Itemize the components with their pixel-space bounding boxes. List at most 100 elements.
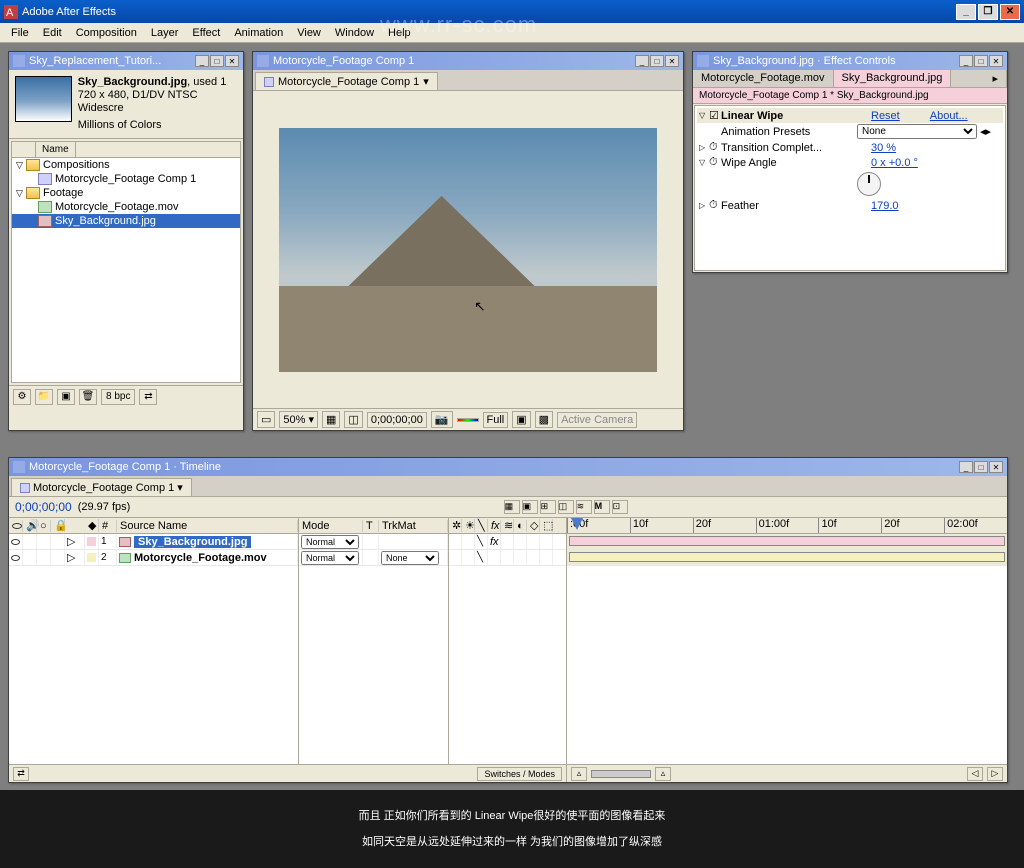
col-lock-icon[interactable]: 🔒 <box>51 519 65 532</box>
ecw-tab-sky[interactable]: Sky_Background.jpg <box>834 70 952 87</box>
layer-bar-2[interactable] <box>567 550 1007 566</box>
item-sky-bg[interactable]: Sky_Background.jpg <box>12 214 240 228</box>
safe-zones-icon[interactable]: ▦ <box>322 411 340 428</box>
tb-icon[interactable]: ▦ <box>504 500 520 514</box>
snapshot-icon[interactable]: 📷 <box>431 411 453 428</box>
p3-value[interactable]: 179.0 <box>871 200 899 212</box>
zoom-slider[interactable] <box>591 770 651 778</box>
ecw-titlebar[interactable]: Sky_Background.jpg · Effect Controls _ □… <box>693 52 1007 70</box>
minimize-button[interactable]: _ <box>956 4 976 20</box>
next-preset-icon[interactable]: ▸ <box>986 125 992 138</box>
switch-3d-icon[interactable]: ⬚ <box>540 519 553 532</box>
tb-motionblur-icon[interactable]: ≋ <box>576 500 592 514</box>
trash-icon[interactable]: 🗑 <box>79 389 97 405</box>
comp-viewport[interactable]: ↖ <box>253 91 683 408</box>
current-time[interactable]: 0;00;00;00 <box>367 412 427 428</box>
about-link[interactable]: About... <box>930 110 968 122</box>
menu-file[interactable]: File <box>4 25 36 41</box>
fx-enable-checkbox[interactable]: ☑ <box>709 109 721 122</box>
col-audio-icon[interactable]: 🔊 <box>23 519 37 532</box>
camera-dropdown[interactable]: Active Camera <box>557 412 637 428</box>
folder-footage[interactable]: ▽ Footage <box>12 186 240 200</box>
col-number[interactable]: # <box>99 520 117 532</box>
comp-marker-icon[interactable]: ◁ <box>967 767 983 781</box>
col-visible-icon[interactable] <box>9 520 23 532</box>
reset-link[interactable]: Reset <box>871 110 900 122</box>
tb-draft3d-icon[interactable]: ◫ <box>558 500 574 514</box>
always-preview-icon[interactable]: ▭ <box>257 411 275 428</box>
switches-modes-toggle[interactable]: Switches / Modes <box>477 767 562 781</box>
menu-composition[interactable]: Composition <box>69 25 144 41</box>
flowchart-icon[interactable]: ⇄ <box>139 389 157 405</box>
tab-menu-icon[interactable]: ▾ <box>177 481 183 494</box>
twisty-icon[interactable]: ▽ <box>16 188 26 199</box>
menu-help[interactable]: Help <box>381 25 418 41</box>
col-trkmat[interactable]: TrkMat <box>379 520 448 532</box>
switch-icon[interactable]: ≋ <box>501 519 514 532</box>
menu-view[interactable]: View <box>290 25 328 41</box>
new-folder-icon[interactable]: 📁 <box>35 389 53 405</box>
comp-panel-titlebar[interactable]: Motorcycle_Footage Comp 1 _ □ ✕ <box>253 52 683 70</box>
twisty-icon[interactable]: ▽ <box>16 160 26 171</box>
twisty-icon[interactable]: ▷ <box>699 143 709 152</box>
panel-close-button[interactable]: ✕ <box>665 55 679 67</box>
channel-icon[interactable] <box>457 418 479 422</box>
expand-transforms-icon[interactable]: ⇄ <box>13 767 29 781</box>
p2-value[interactable]: 0 x +0.0 ° <box>871 157 918 169</box>
switch-icon[interactable]: ☀ <box>462 519 475 532</box>
col-label-icon[interactable]: ◆ <box>85 519 99 532</box>
menu-window[interactable]: Window <box>328 25 381 41</box>
panel-max-button[interactable]: □ <box>974 461 988 473</box>
twisty-icon[interactable]: ▷ <box>699 201 709 210</box>
tb-icon[interactable]: ⊡ <box>612 500 628 514</box>
layer-bar-1[interactable] <box>567 534 1007 550</box>
project-items-list[interactable]: Name ▽ Compositions Motorcycle_Footage C… <box>11 141 241 383</box>
menu-edit[interactable]: Edit <box>36 25 69 41</box>
preset-dropdown[interactable]: None <box>857 124 977 139</box>
panel-min-button[interactable]: _ <box>195 55 209 67</box>
transparency-grid-icon[interactable]: ▩ <box>535 411 553 428</box>
timeline-track-pane[interactable]: :00f 10f 20f 01:00f 10f 20f 02:00f <box>567 518 1007 565</box>
mask-toggle-icon[interactable]: ◫ <box>344 411 362 428</box>
mode-dropdown[interactable]: Normal <box>301 535 359 549</box>
menu-effect[interactable]: Effect <box>185 25 227 41</box>
twisty-icon[interactable]: ▽ <box>699 111 709 120</box>
current-time[interactable]: 0;00;00;00 <box>15 500 72 514</box>
quality-switch[interactable]: ╲ <box>475 550 488 565</box>
zoom-dropdown[interactable]: 50% ▾ <box>279 411 318 428</box>
panel-min-button[interactable]: _ <box>959 55 973 67</box>
zoom-out-icon[interactable]: ▵ <box>571 767 587 781</box>
zoom-in-icon[interactable]: ▵ <box>655 767 671 781</box>
switch-icon[interactable]: ◐ <box>514 520 527 532</box>
col-mode[interactable]: Mode <box>299 520 363 532</box>
new-comp-icon[interactable]: ▣ <box>57 389 75 405</box>
tab-menu-icon[interactable]: ▾ <box>423 75 429 88</box>
resolution-dropdown[interactable]: Full <box>483 412 509 428</box>
panel-min-button[interactable]: _ <box>635 55 649 67</box>
panel-close-button[interactable]: ✕ <box>989 55 1003 67</box>
quality-switch[interactable]: ╲ <box>475 534 488 549</box>
switch-fx-icon[interactable]: fx <box>488 520 501 532</box>
mode-dropdown[interactable]: Normal <box>301 551 359 565</box>
roi-icon[interactable]: ▣ <box>512 411 530 428</box>
timeline-empty-area[interactable] <box>9 566 1007 764</box>
twisty-icon[interactable]: ▷ <box>67 551 75 564</box>
tb-icon[interactable]: ▣ <box>522 500 538 514</box>
item-comp1[interactable]: Motorcycle_Footage Comp 1 <box>12 172 240 186</box>
item-mov[interactable]: Motorcycle_Footage.mov <box>12 200 240 214</box>
tb-brainstrm-icon[interactable]: M <box>594 500 610 514</box>
panel-max-button[interactable]: □ <box>974 55 988 67</box>
panel-close-button[interactable]: ✕ <box>225 55 239 67</box>
time-ruler[interactable]: :00f 10f 20f 01:00f 10f 20f 02:00f <box>567 518 1007 534</box>
folder-compositions[interactable]: ▽ Compositions <box>12 158 240 172</box>
ecw-tab-mov[interactable]: Motorcycle_Footage.mov <box>693 70 834 87</box>
close-button[interactable]: ✕ <box>1000 4 1020 20</box>
comp-tab[interactable]: Motorcycle_Footage Comp 1 ▾ <box>255 72 438 90</box>
panel-max-button[interactable]: □ <box>650 55 664 67</box>
twisty-icon[interactable]: ▷ <box>67 535 75 548</box>
restore-button[interactable]: ❐ <box>978 4 998 20</box>
switch-icon[interactable]: ╲ <box>475 519 488 532</box>
label-color[interactable] <box>87 553 96 562</box>
ecw-tab-scroll[interactable]: ▸ <box>984 70 1007 87</box>
twisty-icon[interactable]: ▽ <box>699 158 709 167</box>
